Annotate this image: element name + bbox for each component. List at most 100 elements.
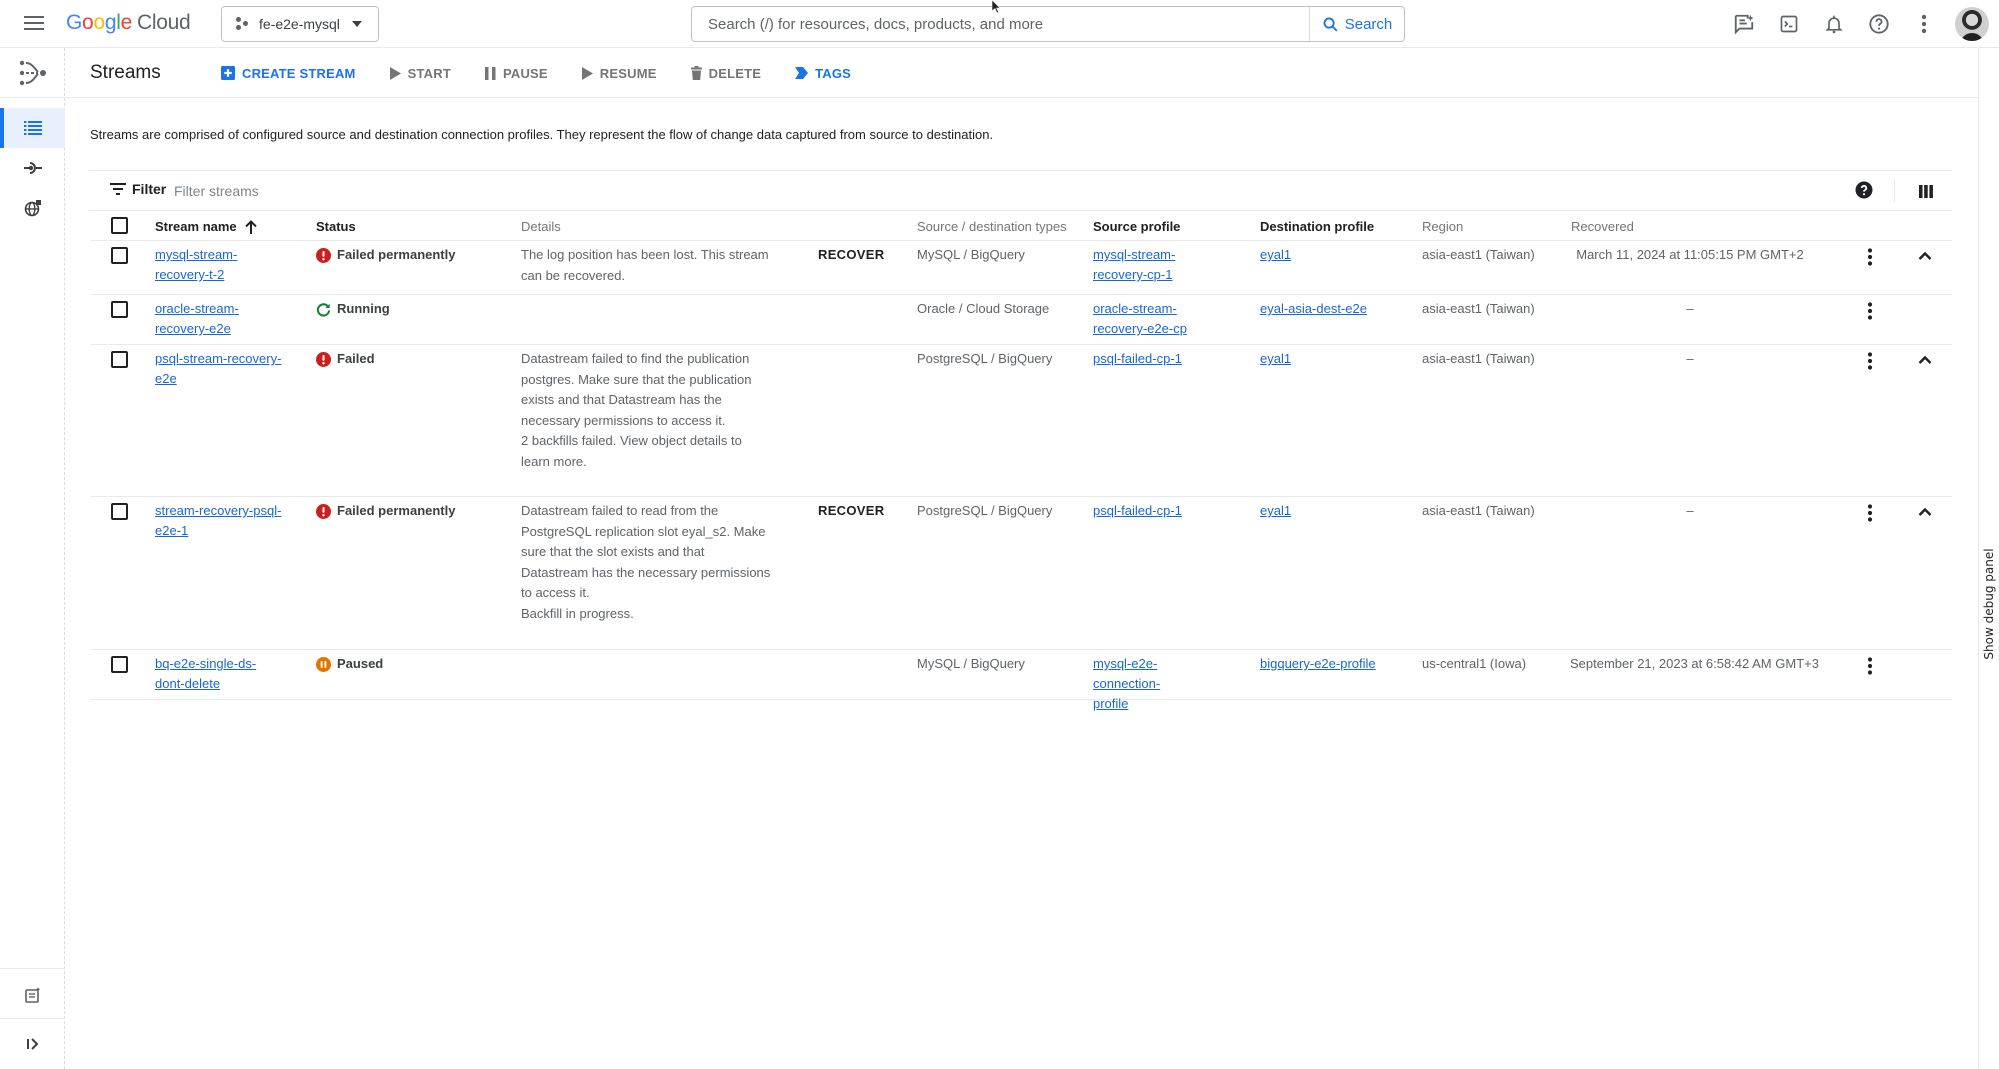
row-actions-menu-button[interactable]	[1860, 247, 1880, 267]
column-header-source-profile[interactable]: Source profile	[1093, 219, 1180, 234]
table-row[interactable]: bq-e2e-single-ds-dont-delete Paused MySQL …	[90, 650, 1952, 711]
row-checkbox[interactable]	[111, 656, 128, 673]
source-profile-line[interactable]: mysql-stream-	[1093, 245, 1223, 265]
search-button[interactable]: Search	[1309, 7, 1404, 41]
more-options-button[interactable]	[1912, 12, 1936, 36]
destination-profile-text[interactable]: eyal-asia-dest-e2e	[1260, 301, 1367, 316]
source-profile-line[interactable]: psql-failed-cp-1	[1093, 349, 1223, 369]
stream-name-line[interactable]: recovery-e2e	[155, 319, 295, 339]
toolbar-divider	[1894, 179, 1895, 203]
stream-name-link[interactable]: stream-recovery-psql-e2e-1	[155, 501, 295, 541]
start-button[interactable]: START	[389, 65, 451, 81]
source-profile-link[interactable]: oracle-stream-recovery-e2e-cp	[1093, 299, 1223, 339]
delete-button[interactable]: DELETE	[690, 66, 761, 81]
source-profile-line[interactable]: mysql-e2e-connection-	[1093, 654, 1223, 694]
destination-profile-text[interactable]: eyal1	[1260, 351, 1291, 366]
destination-profile-text[interactable]: eyal1	[1260, 503, 1291, 518]
tags-label: TAGS	[815, 65, 852, 81]
row-actions-menu-button[interactable]	[1860, 301, 1880, 321]
source-profile-line[interactable]: recovery-cp-1	[1093, 265, 1223, 285]
tags-button[interactable]: TAGS	[795, 66, 851, 81]
help-button[interactable]	[1867, 12, 1891, 36]
more-vert-icon	[1867, 504, 1873, 522]
row-actions-menu-button[interactable]	[1860, 503, 1880, 523]
user-avatar[interactable]	[1955, 7, 1989, 41]
google-cloud-logo[interactable]: Google Cloud	[66, 11, 191, 35]
destination-profile-link[interactable]: eyal1	[1260, 349, 1390, 369]
table-help-button[interactable]	[1855, 181, 1875, 201]
stream-name-line[interactable]: bq-e2e-single-ds-	[155, 654, 295, 674]
network-globe-icon	[24, 200, 41, 217]
rail-item-streams[interactable]	[0, 108, 65, 148]
column-display-button[interactable]	[1916, 181, 1936, 201]
gemini-chat-button[interactable]	[1732, 12, 1756, 36]
row-checkbox[interactable]	[111, 351, 128, 368]
details-line: sure that the slot exists and that	[521, 544, 705, 559]
source-profile-link[interactable]: mysql-stream-recovery-cp-1	[1093, 245, 1223, 285]
table-row[interactable]: mysql-stream-recovery-t-2 Failed permanen…	[90, 241, 1952, 295]
row-checkbox[interactable]	[111, 301, 128, 318]
column-header-destination-profile[interactable]: Destination profile	[1260, 219, 1374, 234]
column-header-stream-name[interactable]: Stream name	[155, 219, 257, 234]
pause-button[interactable]: PAUSE	[484, 66, 548, 81]
stream-name-line[interactable]: psql-stream-recovery-	[155, 349, 295, 369]
stream-name-line[interactable]: mysql-stream-	[155, 245, 295, 265]
recover-button[interactable]: RECOVER	[818, 501, 884, 521]
source-profile-line[interactable]: profile	[1093, 694, 1223, 714]
main-menu-button[interactable]	[22, 12, 46, 36]
source-profile-link[interactable]: psql-failed-cp-1	[1093, 501, 1223, 521]
stream-name-line[interactable]: oracle-stream-	[155, 299, 295, 319]
destination-profile-link[interactable]: eyal-asia-dest-e2e	[1260, 299, 1390, 319]
streams-table: Stream name Status Details Source / dest…	[90, 211, 1952, 711]
row-checkbox[interactable]	[111, 503, 128, 520]
source-profile-link[interactable]: mysql-e2e-connection-profile	[1093, 654, 1223, 714]
collapse-row-button[interactable]	[1915, 246, 1935, 266]
recover-button[interactable]: RECOVER	[818, 245, 884, 265]
stream-name-link[interactable]: psql-stream-recovery-e2e	[155, 349, 295, 389]
destination-profile-link[interactable]: eyal1	[1260, 245, 1390, 265]
source-profile-line[interactable]: psql-failed-cp-1	[1093, 501, 1223, 521]
release-notes-button[interactable]	[0, 975, 65, 1015]
destination-profile-link[interactable]: bigquery-e2e-profile	[1260, 654, 1390, 674]
row-actions-menu-button[interactable]	[1860, 656, 1880, 676]
list-icon	[23, 121, 42, 135]
filter-button[interactable]: Filter	[110, 181, 166, 197]
stream-name-link[interactable]: bq-e2e-single-ds-dont-delete	[155, 654, 295, 694]
stream-name-link[interactable]: mysql-stream-recovery-t-2	[155, 245, 295, 285]
stream-name-line[interactable]: e2e-1	[155, 521, 295, 541]
destination-profile-text[interactable]: eyal1	[1260, 247, 1291, 262]
select-all-checkbox[interactable]	[111, 217, 128, 234]
table-row[interactable]: psql-stream-recovery-e2e Failed Datastream…	[90, 345, 1952, 497]
row-actions-menu-button[interactable]	[1860, 351, 1880, 371]
rail-item-private-connectivity[interactable]	[0, 188, 65, 228]
project-icon	[236, 17, 250, 31]
stream-name-line[interactable]: stream-recovery-psql-	[155, 501, 295, 521]
details-line: 2 backfills failed. View object details …	[521, 433, 742, 448]
stream-name-line[interactable]: dont-delete	[155, 674, 295, 694]
project-picker[interactable]: fe-e2e-mysql	[221, 6, 379, 42]
destination-profile-text[interactable]: bigquery-e2e-profile	[1260, 656, 1376, 671]
collapse-row-button[interactable]	[1915, 350, 1935, 370]
filter-input[interactable]	[174, 177, 1774, 205]
create-stream-button[interactable]: CREATE STREAM	[221, 66, 356, 81]
row-checkbox[interactable]	[111, 247, 128, 264]
source-profile-line[interactable]: recovery-e2e-cp	[1093, 319, 1223, 339]
expand-rail-button[interactable]	[0, 1024, 65, 1064]
destination-profile-link[interactable]: eyal1	[1260, 501, 1390, 521]
stream-name-line[interactable]: recovery-t-2	[155, 265, 295, 285]
resume-button[interactable]: RESUME	[581, 66, 657, 81]
start-label: START	[407, 65, 451, 81]
show-debug-panel-toggle[interactable]: Show debug panel	[1978, 48, 1999, 1069]
source-profile-line[interactable]: oracle-stream-	[1093, 299, 1223, 319]
table-row[interactable]: stream-recovery-psql-e2e-1 Failed permane…	[90, 497, 1952, 650]
recovered-time: September 21, 2023 at 6:58:42 AM GMT+3	[1570, 656, 1819, 671]
column-header-status[interactable]: Status	[316, 219, 356, 234]
table-row[interactable]: oracle-stream-recovery-e2e Running Oracle …	[90, 295, 1952, 345]
stream-name-line[interactable]: e2e	[155, 369, 295, 389]
notifications-button[interactable]	[1822, 12, 1846, 36]
cloud-shell-button[interactable]	[1777, 12, 1801, 36]
source-profile-link[interactable]: psql-failed-cp-1	[1093, 349, 1223, 369]
rail-item-connection-profiles[interactable]	[0, 148, 65, 188]
collapse-row-button[interactable]	[1915, 502, 1935, 522]
stream-name-link[interactable]: oracle-stream-recovery-e2e	[155, 299, 295, 339]
